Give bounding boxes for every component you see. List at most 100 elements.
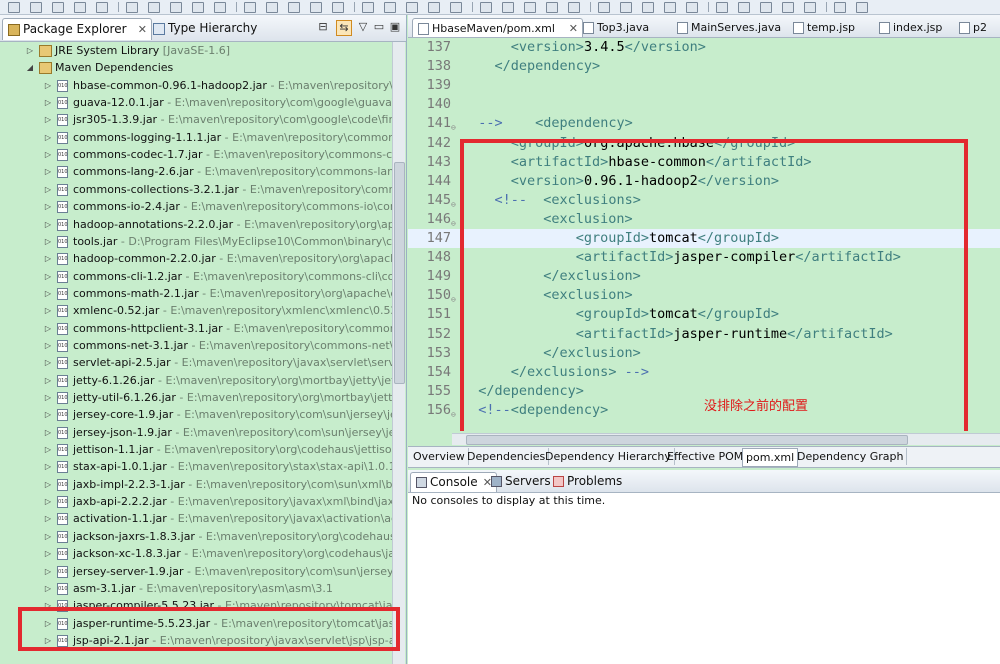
toolbar-button-icon[interactable] [524,2,536,13]
tree-item[interactable]: ▷ 010 stax-api-1.0.1.jar - E:\maven\reposi… [0,458,392,475]
fold-toggle-icon[interactable]: ⊖ [451,405,456,424]
expand-arrow-icon[interactable]: ▷ [44,302,52,319]
toolbar-button-icon[interactable] [384,2,396,13]
tree-item[interactable]: ▷ 010 jersey-server-1.9.jar - E:\maven\rep… [0,563,392,580]
toolbar-button-icon[interactable] [546,2,558,13]
tree-item[interactable]: ▷ 010 commons-collections-3.2.1.jar - E:\m… [0,181,392,198]
close-icon[interactable]: ✕ [138,19,147,40]
code-horizontal-scrollbar[interactable] [452,433,1000,445]
page-tab[interactable]: Dependency Graph [794,448,908,465]
expand-arrow-icon[interactable]: ▷ [44,77,52,94]
tree-item[interactable]: ▷ 010 servlet-api-2.5.jar - E:\maven\repos… [0,354,392,371]
minimize-icon[interactable]: ▭ [372,20,386,34]
toolbar-button-icon[interactable] [310,2,322,13]
toolbar-button-icon[interactable] [8,2,20,13]
tree-item[interactable]: ▷ 010 commons-net-3.1.jar - E:\maven\repos… [0,337,392,354]
toolbar-button-icon[interactable] [214,2,226,13]
toolbar-button-icon[interactable] [642,2,654,13]
editor-tab[interactable]: HbaseMaven/pom.xml ✕ [412,18,583,37]
toolbar-button-icon[interactable] [598,2,610,13]
tree-item[interactable]: ▷ 010 commons-logging-1.1.1.jar - E:\maven… [0,129,392,146]
collapse-arrow-icon[interactable]: ◢ [26,59,34,76]
expand-arrow-icon[interactable]: ▷ [44,458,52,475]
scrollbar-thumb[interactable] [394,162,405,384]
expand-arrow-icon[interactable]: ▷ [44,320,52,337]
maximize-icon[interactable]: ▣ [388,20,402,34]
tree-item[interactable]: ▷ 010 jersey-json-1.9.jar - E:\maven\repos… [0,424,392,441]
toolbar-button-icon[interactable] [480,2,492,13]
expand-arrow-icon[interactable]: ▷ [44,94,52,111]
tree-item[interactable]: ▷ 010 commons-math-2.1.jar - E:\maven\repo… [0,285,392,302]
editor-tab[interactable]: p2 [954,18,1000,37]
tree-item[interactable]: ▷ 010 xmlenc-0.52.jar - E:\maven\repositor… [0,302,392,319]
page-tab[interactable]: Effective POM [664,448,748,465]
toolbar-button-icon[interactable] [856,2,868,13]
toolbar-button-icon[interactable] [568,2,580,13]
expand-arrow-icon[interactable]: ▷ [44,285,52,302]
tree-item[interactable]: ▷ JRE System Library [JavaSE-1.6] [0,42,392,59]
tree-item[interactable]: ▷ 010 activation-1.1.jar - E:\maven\reposi… [0,510,392,527]
tree-item[interactable]: ▷ 010 jersey-core-1.9.jar - E:\maven\repos… [0,406,392,423]
tab-type-hierarchy[interactable]: Type Hierarchy [148,18,278,39]
expand-arrow-icon[interactable]: ▷ [44,129,52,146]
tree-item[interactable]: ▷ 010 tools.jar - D:\Program Files\MyEclip… [0,233,392,250]
editor-tab[interactable]: MainServes.java [672,18,801,37]
toolbar-button-icon[interactable] [192,2,204,13]
code-line[interactable]: 138 </dependency> [408,57,1000,76]
expand-arrow-icon[interactable]: ▷ [26,42,34,59]
tree-item[interactable]: ▷ 010 jettison-1.1.jar - E:\maven\reposito… [0,441,392,458]
view-menu-icon[interactable]: ▽ [356,20,370,34]
toolbar-button-icon[interactable] [170,2,182,13]
expand-arrow-icon[interactable]: ▷ [44,441,52,458]
toolbar-button-icon[interactable] [96,2,108,13]
expand-arrow-icon[interactable]: ▷ [44,250,52,267]
tree-item[interactable]: ▷ 010 commons-httpclient-3.1.jar - E:\mave… [0,320,392,337]
expand-arrow-icon[interactable]: ▷ [44,198,52,215]
page-tab[interactable]: pom.xml [742,448,799,467]
expand-arrow-icon[interactable]: ▷ [44,163,52,180]
tree-item[interactable]: ▷ 010 commons-io-2.4.jar - E:\maven\reposi… [0,198,392,215]
tree-item[interactable]: ▷ 010 commons-lang-2.6.jar - E:\maven\repo… [0,163,392,180]
expand-arrow-icon[interactable]: ▷ [44,545,52,562]
toolbar-button-icon[interactable] [52,2,64,13]
toolbar-button-icon[interactable] [804,2,816,13]
expand-arrow-icon[interactable]: ▷ [44,424,52,441]
editor-tab[interactable]: temp.jsp [788,18,887,37]
expand-arrow-icon[interactable]: ▷ [44,354,52,371]
toolbar-button-icon[interactable] [738,2,750,13]
link-editor-icon[interactable]: ⇆ [336,20,352,36]
tree-item[interactable]: ▷ 010 jackson-xc-1.8.3.jar - E:\maven\repo… [0,545,392,562]
tree-item[interactable]: ▷ 010 asm-3.1.jar - E:\maven\repository\as… [0,580,392,597]
collapse-all-icon[interactable]: ⊟ [316,20,330,34]
tab-problems[interactable]: Problems [548,472,645,491]
code-line[interactable]: 141 ⊖ --> <dependency> [408,114,1000,133]
tree-item[interactable]: ▷ 010 guava-12.0.1.jar - E:\maven\reposito… [0,94,392,111]
toolbar-button-icon[interactable] [664,2,676,13]
toolbar-button-icon[interactable] [362,2,374,13]
code-line[interactable]: 140 [408,95,1000,114]
tree-item[interactable]: ◢ Maven Dependencies [0,59,392,76]
tree-item[interactable]: ▷ 010 jsr305-1.3.9.jar - E:\maven\reposito… [0,111,392,128]
toolbar-button-icon[interactable] [620,2,632,13]
expand-arrow-icon[interactable]: ▷ [44,233,52,250]
tree-item[interactable]: ▷ 010 jetty-util-6.1.26.jar - E:\maven\rep… [0,389,392,406]
expand-arrow-icon[interactable]: ▷ [44,510,52,527]
expand-arrow-icon[interactable]: ▷ [44,563,52,580]
toolbar-button-icon[interactable] [266,2,278,13]
toolbar-button-icon[interactable] [760,2,772,13]
expand-arrow-icon[interactable]: ▷ [44,528,52,545]
toolbar-button-icon[interactable] [834,2,846,13]
page-tab[interactable]: Dependencies [464,448,550,465]
tree-item[interactable]: ▷ 010 jackson-jaxrs-1.8.3.jar - E:\maven\r… [0,528,392,545]
tree-item[interactable]: ▷ 010 hadoop-common-2.2.0.jar - E:\maven\r… [0,250,392,267]
toolbar-button-icon[interactable] [428,2,440,13]
toolbar-button-icon[interactable] [288,2,300,13]
tree-item[interactable]: ▷ 010 hbase-common-0.96.1-hadoop2.jar - E:… [0,77,392,94]
expand-arrow-icon[interactable]: ▷ [44,268,52,285]
tree-item[interactable]: ▷ 010 jetty-6.1.26.jar - E:\maven\reposito… [0,372,392,389]
expand-arrow-icon[interactable]: ▷ [44,406,52,423]
scrollbar-thumb[interactable] [466,435,908,445]
code-line[interactable]: 139 [408,76,1000,95]
editor-tab[interactable]: Top3.java [578,18,687,37]
toolbar-button-icon[interactable] [126,2,138,13]
